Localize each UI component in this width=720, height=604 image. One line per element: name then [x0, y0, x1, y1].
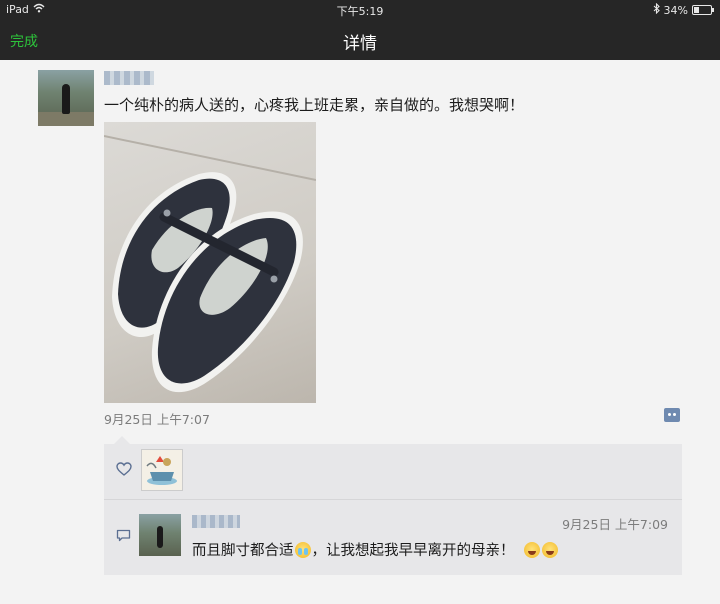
post-text: 一个纯朴的病人送的，心疼我上班走累，亲自做的。我想哭啊！: [104, 96, 525, 114]
battery-percent: 34%: [663, 3, 688, 17]
crying-emoji-icon: [294, 541, 311, 558]
speech-bubble-icon: [116, 527, 131, 542]
status-bar: iPad 下午5:19 34%: [0, 0, 720, 20]
post-timestamp: 9月25日 上午7:07: [104, 412, 210, 427]
replier-avatar[interactable]: [139, 514, 181, 556]
reply-text-part1: 而且脚寸都合适: [192, 543, 294, 559]
nav-bar: 完成 详情: [0, 20, 720, 60]
bluetooth-icon: [653, 2, 660, 17]
box-pointer: [114, 436, 130, 444]
reply-text-part2: ，让我想起我早早离开的母亲！: [311, 543, 515, 559]
comment-icon[interactable]: [664, 408, 680, 422]
reply-text: 而且脚寸都合适 ，让我想起我早早离开的母亲！: [192, 539, 559, 560]
replier-name-blurred[interactable]: [192, 515, 240, 528]
interaction-box: 9月25日 上午7:09 而且脚寸都合适 ，让我想起我早早离开的母亲！: [104, 444, 682, 575]
author-name-blurred[interactable]: [104, 71, 154, 85]
laughing-emoji-icon: [541, 541, 558, 558]
laughing-emoji-icon: [523, 541, 540, 558]
heart-icon: [116, 461, 132, 476]
post-photo-shoes[interactable]: [104, 122, 316, 403]
liker-avatar[interactable]: [141, 449, 183, 491]
divider: [104, 499, 682, 500]
page-title: 详情: [343, 34, 377, 54]
status-time: 下午5:19: [336, 5, 384, 18]
battery-icon: [692, 5, 714, 15]
author-avatar[interactable]: [38, 70, 94, 126]
reply-timestamp: 9月25日 上午7:09: [562, 517, 668, 532]
status-right: 34%: [653, 2, 714, 17]
